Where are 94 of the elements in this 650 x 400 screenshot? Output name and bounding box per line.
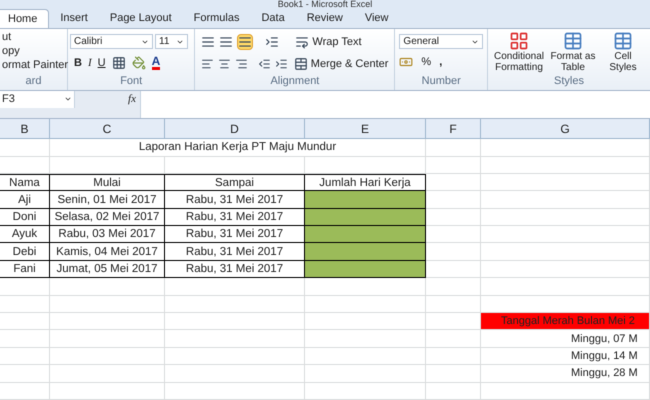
styles-button[interactable]: Conditional Formatting bbox=[492, 31, 546, 73]
ribbon-tab[interactable]: Data bbox=[250, 9, 296, 28]
table-cell: Rabu, 03 Mei 2017 bbox=[50, 226, 165, 244]
table-cell: Jumat, 05 Mei 2017 bbox=[50, 260, 165, 278]
empty-cell bbox=[426, 365, 481, 383]
align-top-icon[interactable] bbox=[201, 35, 216, 50]
empty-cell bbox=[426, 296, 481, 314]
formula-input[interactable] bbox=[140, 90, 650, 118]
table-icon bbox=[563, 31, 583, 51]
ribbon-tab[interactable]: Home bbox=[0, 9, 50, 28]
clipboard-button[interactable]: opy bbox=[2, 45, 65, 58]
table-cell: Rabu, 31 Mei 2017 bbox=[165, 260, 305, 278]
empty-cell bbox=[0, 382, 50, 400]
table-cell: Rabu, 31 Mei 2017 bbox=[165, 208, 305, 226]
empty-cell bbox=[0, 296, 50, 314]
holiday-title-cell: Tanggal Merah Bulan Mei 2 bbox=[481, 313, 650, 330]
empty-cell bbox=[426, 278, 481, 296]
percent-button[interactable]: % bbox=[421, 54, 432, 70]
holiday-cell: Minggu, 28 M bbox=[481, 365, 650, 383]
table-cell: Aji bbox=[0, 191, 50, 209]
empty-cell bbox=[0, 348, 50, 366]
borders-icon[interactable] bbox=[112, 56, 126, 70]
table-cell: Ayuk bbox=[0, 226, 50, 244]
column-header[interactable]: C bbox=[50, 119, 165, 138]
group-label: Styles bbox=[553, 74, 585, 89]
table-cell: Selasa, 02 Mei 2017 bbox=[50, 208, 165, 226]
bold-button[interactable]: B bbox=[74, 55, 82, 72]
group-label: Number bbox=[420, 74, 462, 89]
header-cell: Sampai bbox=[165, 174, 305, 192]
empty-cell bbox=[426, 382, 481, 400]
ribbon-tab[interactable]: View bbox=[354, 9, 400, 28]
empty-cell bbox=[426, 174, 481, 192]
conditional-grid-icon bbox=[509, 31, 529, 51]
empty-cell bbox=[0, 278, 50, 296]
empty-cell bbox=[0, 330, 50, 348]
header-cell: Jumlah Hari Kerja bbox=[305, 174, 426, 192]
empty-cell bbox=[0, 139, 50, 157]
header-cell: Mulai bbox=[50, 174, 165, 192]
group-label: ard bbox=[24, 74, 42, 89]
align-right-icon[interactable] bbox=[235, 56, 248, 71]
header-cell: Nama bbox=[0, 174, 50, 192]
holiday-cell: Minggu, 14 M bbox=[481, 348, 650, 366]
styles-button[interactable]: Format as Table bbox=[550, 31, 596, 73]
font-size-field[interactable]: 11 bbox=[155, 34, 188, 49]
empty-cell bbox=[426, 330, 481, 348]
group-label: Font bbox=[119, 74, 144, 89]
column-header[interactable]: D bbox=[165, 119, 305, 138]
styles-button[interactable]: Cell Styles bbox=[600, 31, 646, 73]
number-format-field[interactable]: General bbox=[399, 34, 483, 49]
merge-center-button[interactable]: Merge & Center bbox=[294, 56, 388, 72]
italic-button[interactable]: I bbox=[88, 55, 92, 72]
column-header[interactable]: F bbox=[426, 119, 481, 138]
increase-indent-icon[interactable] bbox=[274, 56, 288, 71]
decrease-indent-icon[interactable] bbox=[258, 56, 271, 71]
wrap-text-button[interactable]: Wrap Text bbox=[295, 34, 362, 50]
empty-cell bbox=[0, 156, 50, 174]
font-color-button[interactable]: A bbox=[152, 56, 160, 70]
group-label: Alignment bbox=[269, 74, 320, 89]
clipboard-button[interactable]: ut bbox=[2, 31, 65, 44]
table-cell: Senin, 01 Mei 2017 bbox=[50, 191, 165, 209]
column-header[interactable]: G bbox=[481, 119, 650, 138]
empty-cell bbox=[0, 365, 50, 383]
empty-cell bbox=[426, 139, 481, 157]
underline-button[interactable]: U bbox=[98, 55, 106, 72]
table-cell: Rabu, 31 Mei 2017 bbox=[165, 226, 305, 244]
table-cell: Kamis, 04 Mei 2017 bbox=[50, 243, 165, 261]
table-cell: Doni bbox=[0, 208, 50, 226]
merge-icon bbox=[294, 56, 308, 71]
align-center-icon[interactable] bbox=[218, 56, 232, 71]
title-cell: Laporan Harian Kerja PT Maju Mundur bbox=[50, 139, 426, 157]
window-title: Book1 - Microsoft Excel bbox=[278, 0, 372, 9]
empty-cell bbox=[426, 348, 481, 366]
align-middle-icon[interactable] bbox=[219, 35, 234, 50]
empty-cell bbox=[426, 156, 481, 174]
font-name-field[interactable]: Calibri bbox=[70, 34, 153, 49]
comma-button[interactable]: , bbox=[439, 54, 442, 70]
ribbon-tab[interactable]: Insert bbox=[49, 9, 99, 28]
align-left-icon[interactable] bbox=[201, 56, 214, 71]
ribbon-tab[interactable]: Formulas bbox=[182, 9, 250, 28]
table-icon bbox=[613, 31, 633, 51]
align-bottom-icon[interactable] bbox=[237, 34, 254, 50]
fx-label: fx bbox=[128, 92, 136, 107]
column-header[interactable]: E bbox=[305, 119, 426, 138]
dropdown-icon bbox=[64, 95, 72, 103]
table-cell: Debi bbox=[0, 243, 50, 261]
empty-cell bbox=[0, 313, 50, 330]
fill-color-icon[interactable] bbox=[132, 56, 146, 70]
ribbon-tab[interactable]: Review bbox=[296, 9, 354, 28]
holiday-cell: Minggu, 07 M bbox=[481, 330, 650, 348]
table-cell: Fani bbox=[0, 260, 50, 278]
name-box[interactable]: F3 bbox=[0, 90, 75, 108]
ribbon-tab[interactable]: Page Layout bbox=[98, 9, 183, 28]
column-header[interactable]: B bbox=[0, 119, 50, 138]
wrap-text-icon bbox=[295, 35, 310, 50]
